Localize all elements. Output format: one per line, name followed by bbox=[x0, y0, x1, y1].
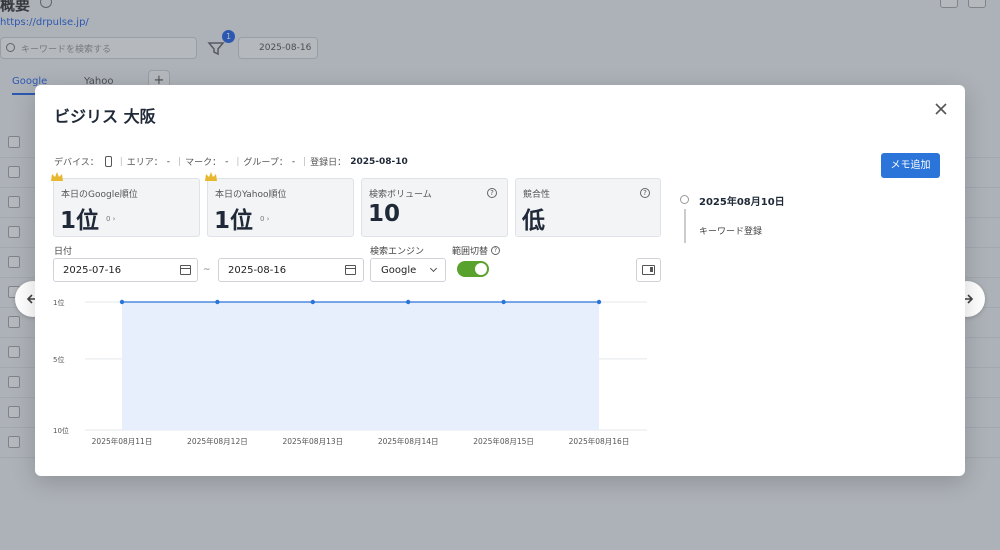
google-rank-card: 本日のGoogle順位 1位 0 › bbox=[51, 172, 200, 237]
rank-point[interactable] bbox=[406, 299, 411, 305]
card-value: 1位 bbox=[214, 208, 254, 234]
search-engine-value: Google bbox=[381, 265, 417, 276]
card-label: 競合性 bbox=[523, 190, 551, 200]
y-tick-label: 1位 bbox=[53, 298, 64, 307]
rank-area bbox=[122, 302, 599, 430]
mark-label: マーク： bbox=[185, 158, 222, 168]
timeline-line bbox=[684, 209, 686, 243]
calendar-icon bbox=[180, 265, 191, 275]
toggle-side-panel-button[interactable] bbox=[636, 258, 661, 282]
date-from-input[interactable]: 2025-07-16 bbox=[53, 258, 198, 282]
search-engine-select[interactable]: Google bbox=[370, 258, 446, 282]
x-tick-label: 2025年08月13日 bbox=[282, 436, 343, 446]
yahoo-rank-card: 本日のYahoo順位 1位 0 › bbox=[205, 172, 354, 237]
card-label: 本日のGoogle順位 bbox=[61, 190, 138, 200]
date-range-separator: ~ bbox=[203, 265, 211, 275]
area-value: - bbox=[166, 156, 171, 167]
x-tick-label: 2025年08月16日 bbox=[569, 436, 630, 446]
group-label: グループ： bbox=[243, 158, 288, 168]
add-memo-button[interactable]: メモ追加 bbox=[881, 153, 940, 178]
rank-point[interactable] bbox=[501, 299, 506, 305]
rank-history-chart: 1位 5位 10位 2025年08月11日 2025年08月12日 2025年08月13日… bbox=[53, 298, 647, 446]
y-tick-label: 5位 bbox=[53, 355, 64, 364]
card-label: 本日のYahoo順位 bbox=[215, 190, 287, 200]
card-value: 低 bbox=[522, 208, 545, 234]
timeline-date: 2025年08月10日 bbox=[699, 197, 785, 208]
search-engine-label: 検索エンジン bbox=[370, 247, 425, 257]
timeline-dot bbox=[680, 195, 689, 204]
keyword-meta: デバイス： | エリア： - | マーク： - | グループ： - | 登録日：… bbox=[54, 156, 408, 168]
help-icon[interactable]: ? bbox=[640, 188, 650, 198]
range-toggle[interactable] bbox=[457, 261, 489, 277]
x-tick-label: 2025年08月14日 bbox=[378, 436, 439, 446]
y-tick-label: 10位 bbox=[53, 426, 69, 435]
date-to-input[interactable]: 2025-08-16 bbox=[218, 258, 364, 282]
date-to-value: 2025-08-16 bbox=[228, 265, 287, 276]
modal-title: ビジリス 大阪 bbox=[54, 107, 156, 126]
mark-value: - bbox=[225, 156, 229, 167]
keyword-detail-modal: ビジリス 大阪 デバイス： | エリア： - | マーク： - | グループ： … bbox=[35, 85, 965, 476]
chevron-down-icon bbox=[429, 264, 438, 273]
rank-point[interactable] bbox=[596, 299, 602, 305]
smartphone-icon bbox=[104, 156, 112, 167]
rank-point[interactable] bbox=[119, 299, 125, 305]
rank-point[interactable] bbox=[310, 299, 315, 305]
help-icon[interactable]: ? bbox=[487, 188, 497, 198]
calendar-icon bbox=[345, 265, 356, 275]
toggle-knob bbox=[475, 263, 487, 275]
crown-icon bbox=[205, 172, 217, 181]
search-volume-card: 検索ボリューム 10 ? bbox=[361, 178, 508, 237]
date-label: 日付 bbox=[54, 247, 73, 257]
rank-change: 0 › bbox=[260, 215, 270, 223]
card-value: 1位 bbox=[60, 208, 100, 234]
card-value: 10 bbox=[368, 201, 401, 227]
close-icon[interactable] bbox=[933, 101, 949, 117]
x-tick-label: 2025年08月12日 bbox=[187, 436, 248, 446]
x-tick-label: 2025年08月11日 bbox=[92, 436, 153, 446]
timeline-event: キーワード登録 bbox=[699, 227, 763, 237]
rank-change: 0 › bbox=[106, 215, 116, 223]
device-label: デバイス： bbox=[54, 158, 99, 168]
area-label: エリア： bbox=[126, 158, 163, 168]
rank-point[interactable] bbox=[215, 299, 220, 305]
crown-icon bbox=[51, 172, 63, 181]
registered-date: 2025-08-10 bbox=[350, 156, 408, 167]
date-from-value: 2025-07-16 bbox=[63, 265, 122, 276]
x-tick-label: 2025年08月15日 bbox=[473, 436, 534, 446]
registered-label: 登録日： bbox=[310, 158, 347, 168]
card-label: 検索ボリューム bbox=[369, 190, 432, 200]
competition-card: 競合性 低 ? bbox=[515, 178, 661, 237]
side-panel-icon bbox=[642, 265, 655, 275]
group-value: - bbox=[291, 156, 296, 167]
range-toggle-label: 範囲切替 bbox=[452, 247, 489, 257]
help-icon[interactable]: ? bbox=[491, 246, 500, 255]
